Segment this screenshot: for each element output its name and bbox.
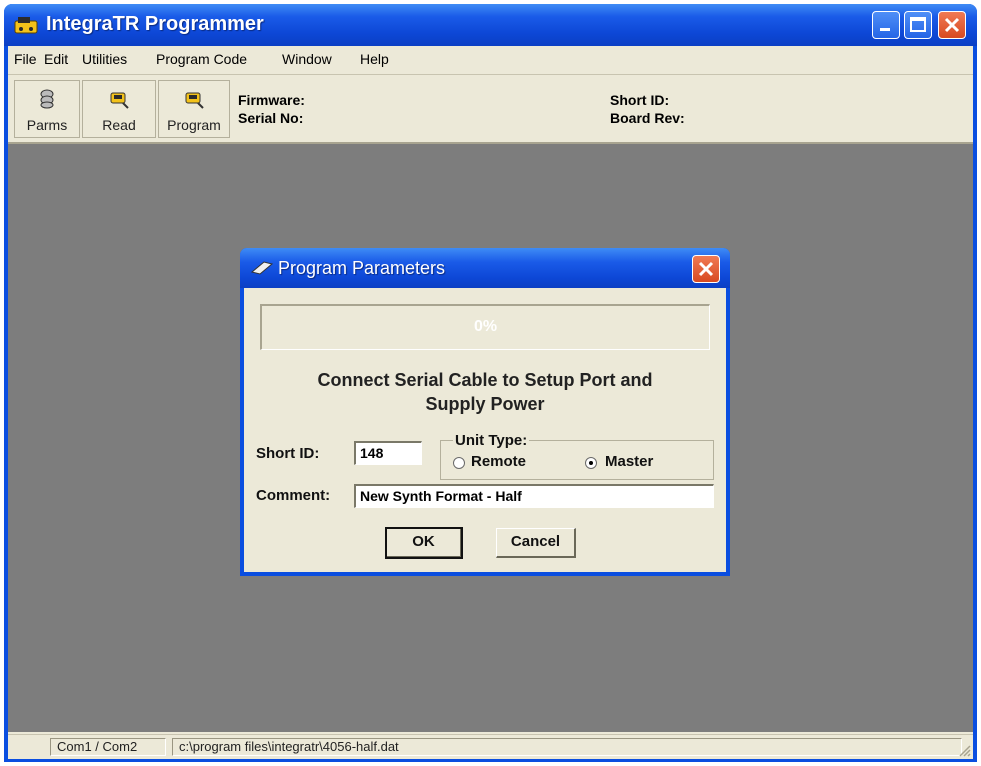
- maximize-icon: [910, 17, 926, 32]
- device-read-icon: [110, 92, 129, 109]
- message-line-2: Supply Power: [425, 394, 545, 414]
- menu-program-code[interactable]: Program Code: [156, 51, 247, 67]
- program-parameters-dialog: Program Parameters 0% Connect Serial Cab…: [240, 248, 730, 576]
- title-bar[interactable]: IntegraTR Programmer: [4, 4, 977, 46]
- parms-button[interactable]: Parms: [14, 80, 80, 138]
- remote-label[interactable]: Remote: [471, 453, 526, 470]
- app-icon: [14, 17, 38, 34]
- firmware-label: Firmware:: [238, 92, 305, 108]
- ok-button[interactable]: OK: [385, 527, 463, 559]
- dialog-title-bar[interactable]: Program Parameters: [240, 248, 730, 288]
- unit-type-group: Unit Type: Remote Master: [440, 432, 714, 480]
- master-label[interactable]: Master: [605, 453, 653, 470]
- menu-help[interactable]: Help: [360, 51, 389, 67]
- comment-field-label: Comment:: [256, 487, 331, 504]
- dialog-title: Program Parameters: [278, 258, 446, 278]
- progress-text: 0%: [473, 318, 498, 335]
- close-button[interactable]: [938, 11, 966, 39]
- menu-edit[interactable]: Edit: [44, 51, 68, 67]
- program-label: Program: [167, 117, 221, 133]
- close-icon: [698, 261, 714, 277]
- read-button[interactable]: Read: [82, 80, 156, 138]
- read-label: Read: [102, 117, 136, 133]
- minimize-icon: [880, 28, 890, 31]
- dialog-icon: [250, 261, 274, 275]
- dialog-close-button[interactable]: [692, 255, 720, 283]
- serial-number-label: Serial No:: [238, 110, 304, 126]
- maximize-button[interactable]: [904, 11, 932, 39]
- unit-type-label: Unit Type:: [453, 432, 530, 449]
- menu-file[interactable]: File: [14, 51, 37, 67]
- menu-bar: File Edit Utilities Program Code Window …: [8, 46, 973, 75]
- close-icon: [944, 17, 960, 33]
- short-id-field-label: Short ID:: [256, 445, 320, 462]
- toolbar: Parms Read Program Firmware: Serial No: …: [8, 76, 973, 144]
- status-file-path: c:\program files\integratr\4056-half.dat: [172, 738, 962, 756]
- status-bar: Com1 / Com2 c:\program files\integratr\4…: [8, 734, 973, 759]
- message-line-1: Connect Serial Cable to Setup Port and: [317, 370, 653, 390]
- dialog-body: 0% Connect Serial Cable to Setup Port an…: [244, 288, 726, 572]
- board-rev-label: Board Rev:: [610, 110, 685, 126]
- device-program-icon: [185, 92, 204, 109]
- remote-radio[interactable]: [453, 457, 465, 469]
- cancel-button[interactable]: Cancel: [496, 528, 576, 558]
- short-id-input[interactable]: 148: [354, 441, 422, 465]
- window-title: IntegraTR Programmer: [46, 13, 264, 35]
- menu-utilities[interactable]: Utilities: [82, 51, 127, 67]
- resize-grip-icon[interactable]: [957, 743, 971, 757]
- parameters-icon: [40, 89, 54, 109]
- minimize-button[interactable]: [872, 11, 900, 39]
- parms-label: Parms: [26, 117, 68, 133]
- program-button[interactable]: Program: [158, 80, 230, 138]
- progress-bar: 0%: [260, 304, 710, 350]
- short-id-label: Short ID:: [610, 92, 670, 108]
- menu-window[interactable]: Window: [282, 51, 332, 67]
- master-radio[interactable]: [585, 457, 597, 469]
- comment-input[interactable]: New Synth Format - Half: [354, 484, 714, 508]
- status-ports: Com1 / Com2: [50, 738, 166, 756]
